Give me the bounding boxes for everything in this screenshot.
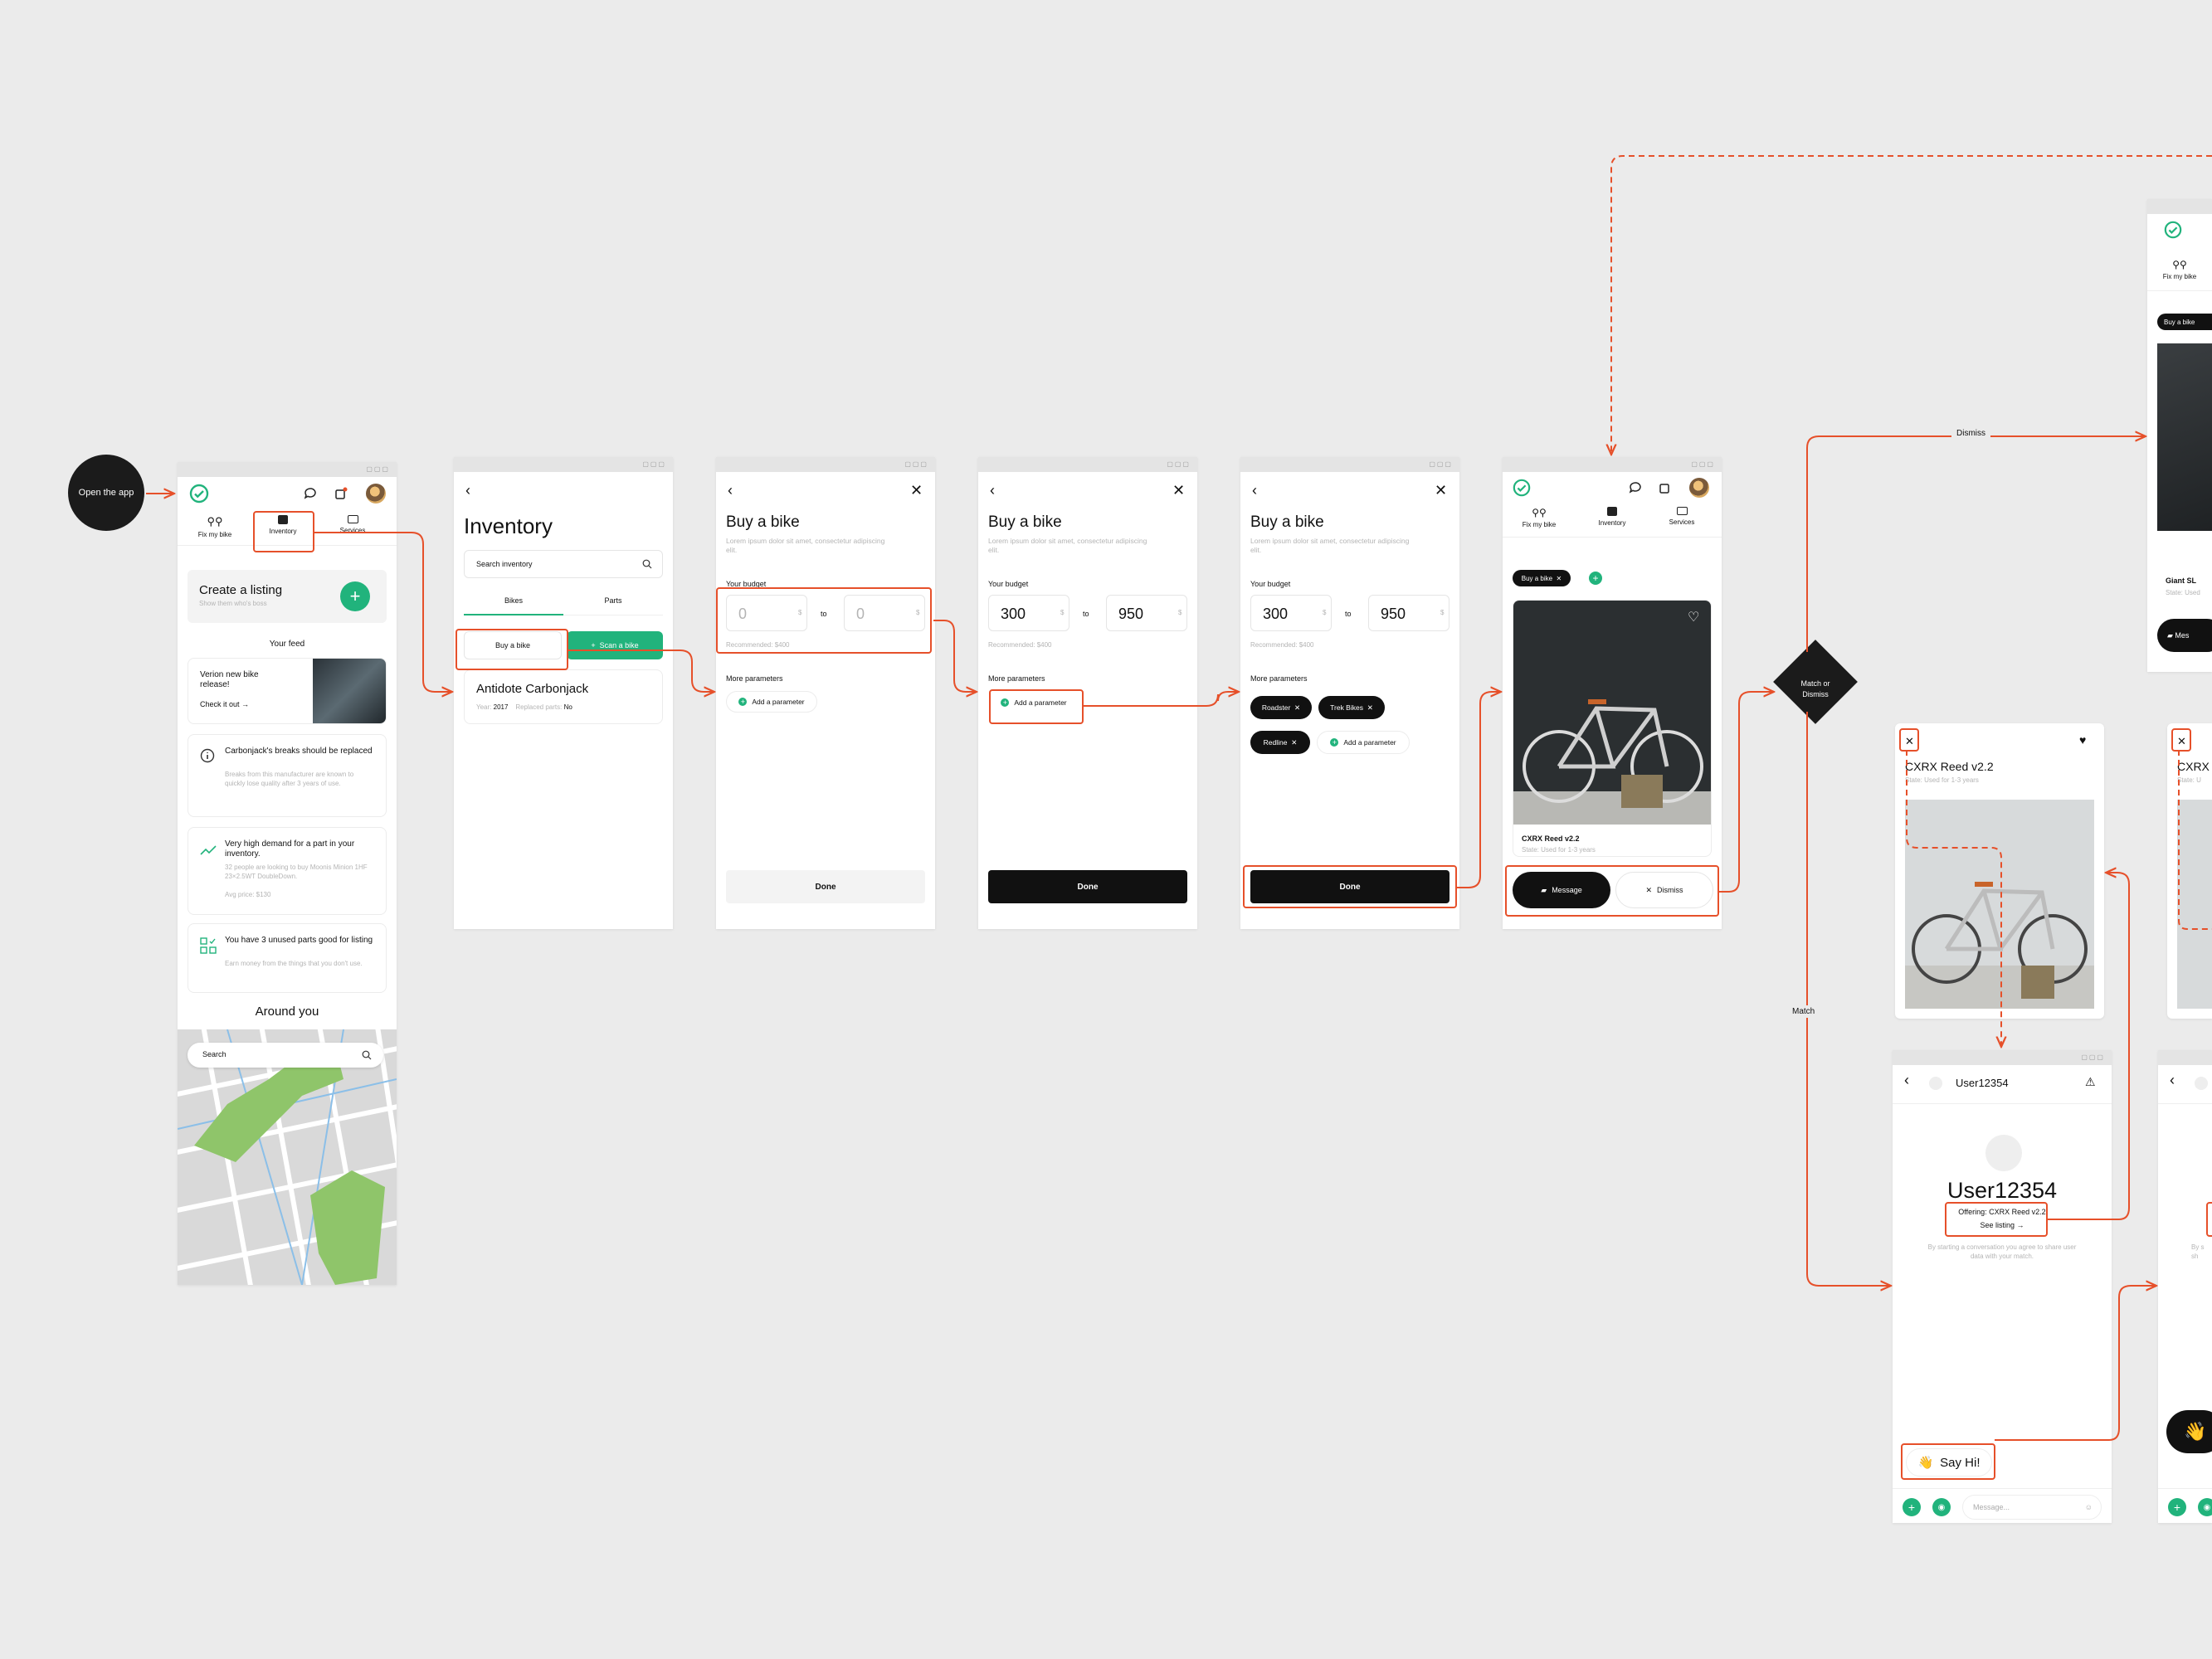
flow-arrow	[1719, 692, 1774, 893]
flow-arrow	[314, 532, 452, 692]
flow-arrow-dashed	[1611, 155, 2212, 455]
flow-arrow	[2048, 873, 2130, 1220]
flow-arrow	[1084, 692, 1239, 707]
flow-arrow	[1806, 712, 1891, 1286]
flow-arrow	[568, 649, 714, 692]
flow-arrow-dashed	[2178, 750, 2212, 930]
flow-arrow	[1457, 692, 1501, 888]
flow-arrow	[1995, 1286, 2156, 1441]
flow-arrow	[933, 620, 977, 692]
match-flow-label: Match	[1791, 1005, 1817, 1018]
flow-arrow-dashed	[1906, 750, 2001, 1047]
flow-arrows	[146, 155, 2212, 1441]
dismiss-flow-label: Dismiss	[1951, 429, 1990, 438]
flow-arrow	[1806, 436, 2146, 652]
